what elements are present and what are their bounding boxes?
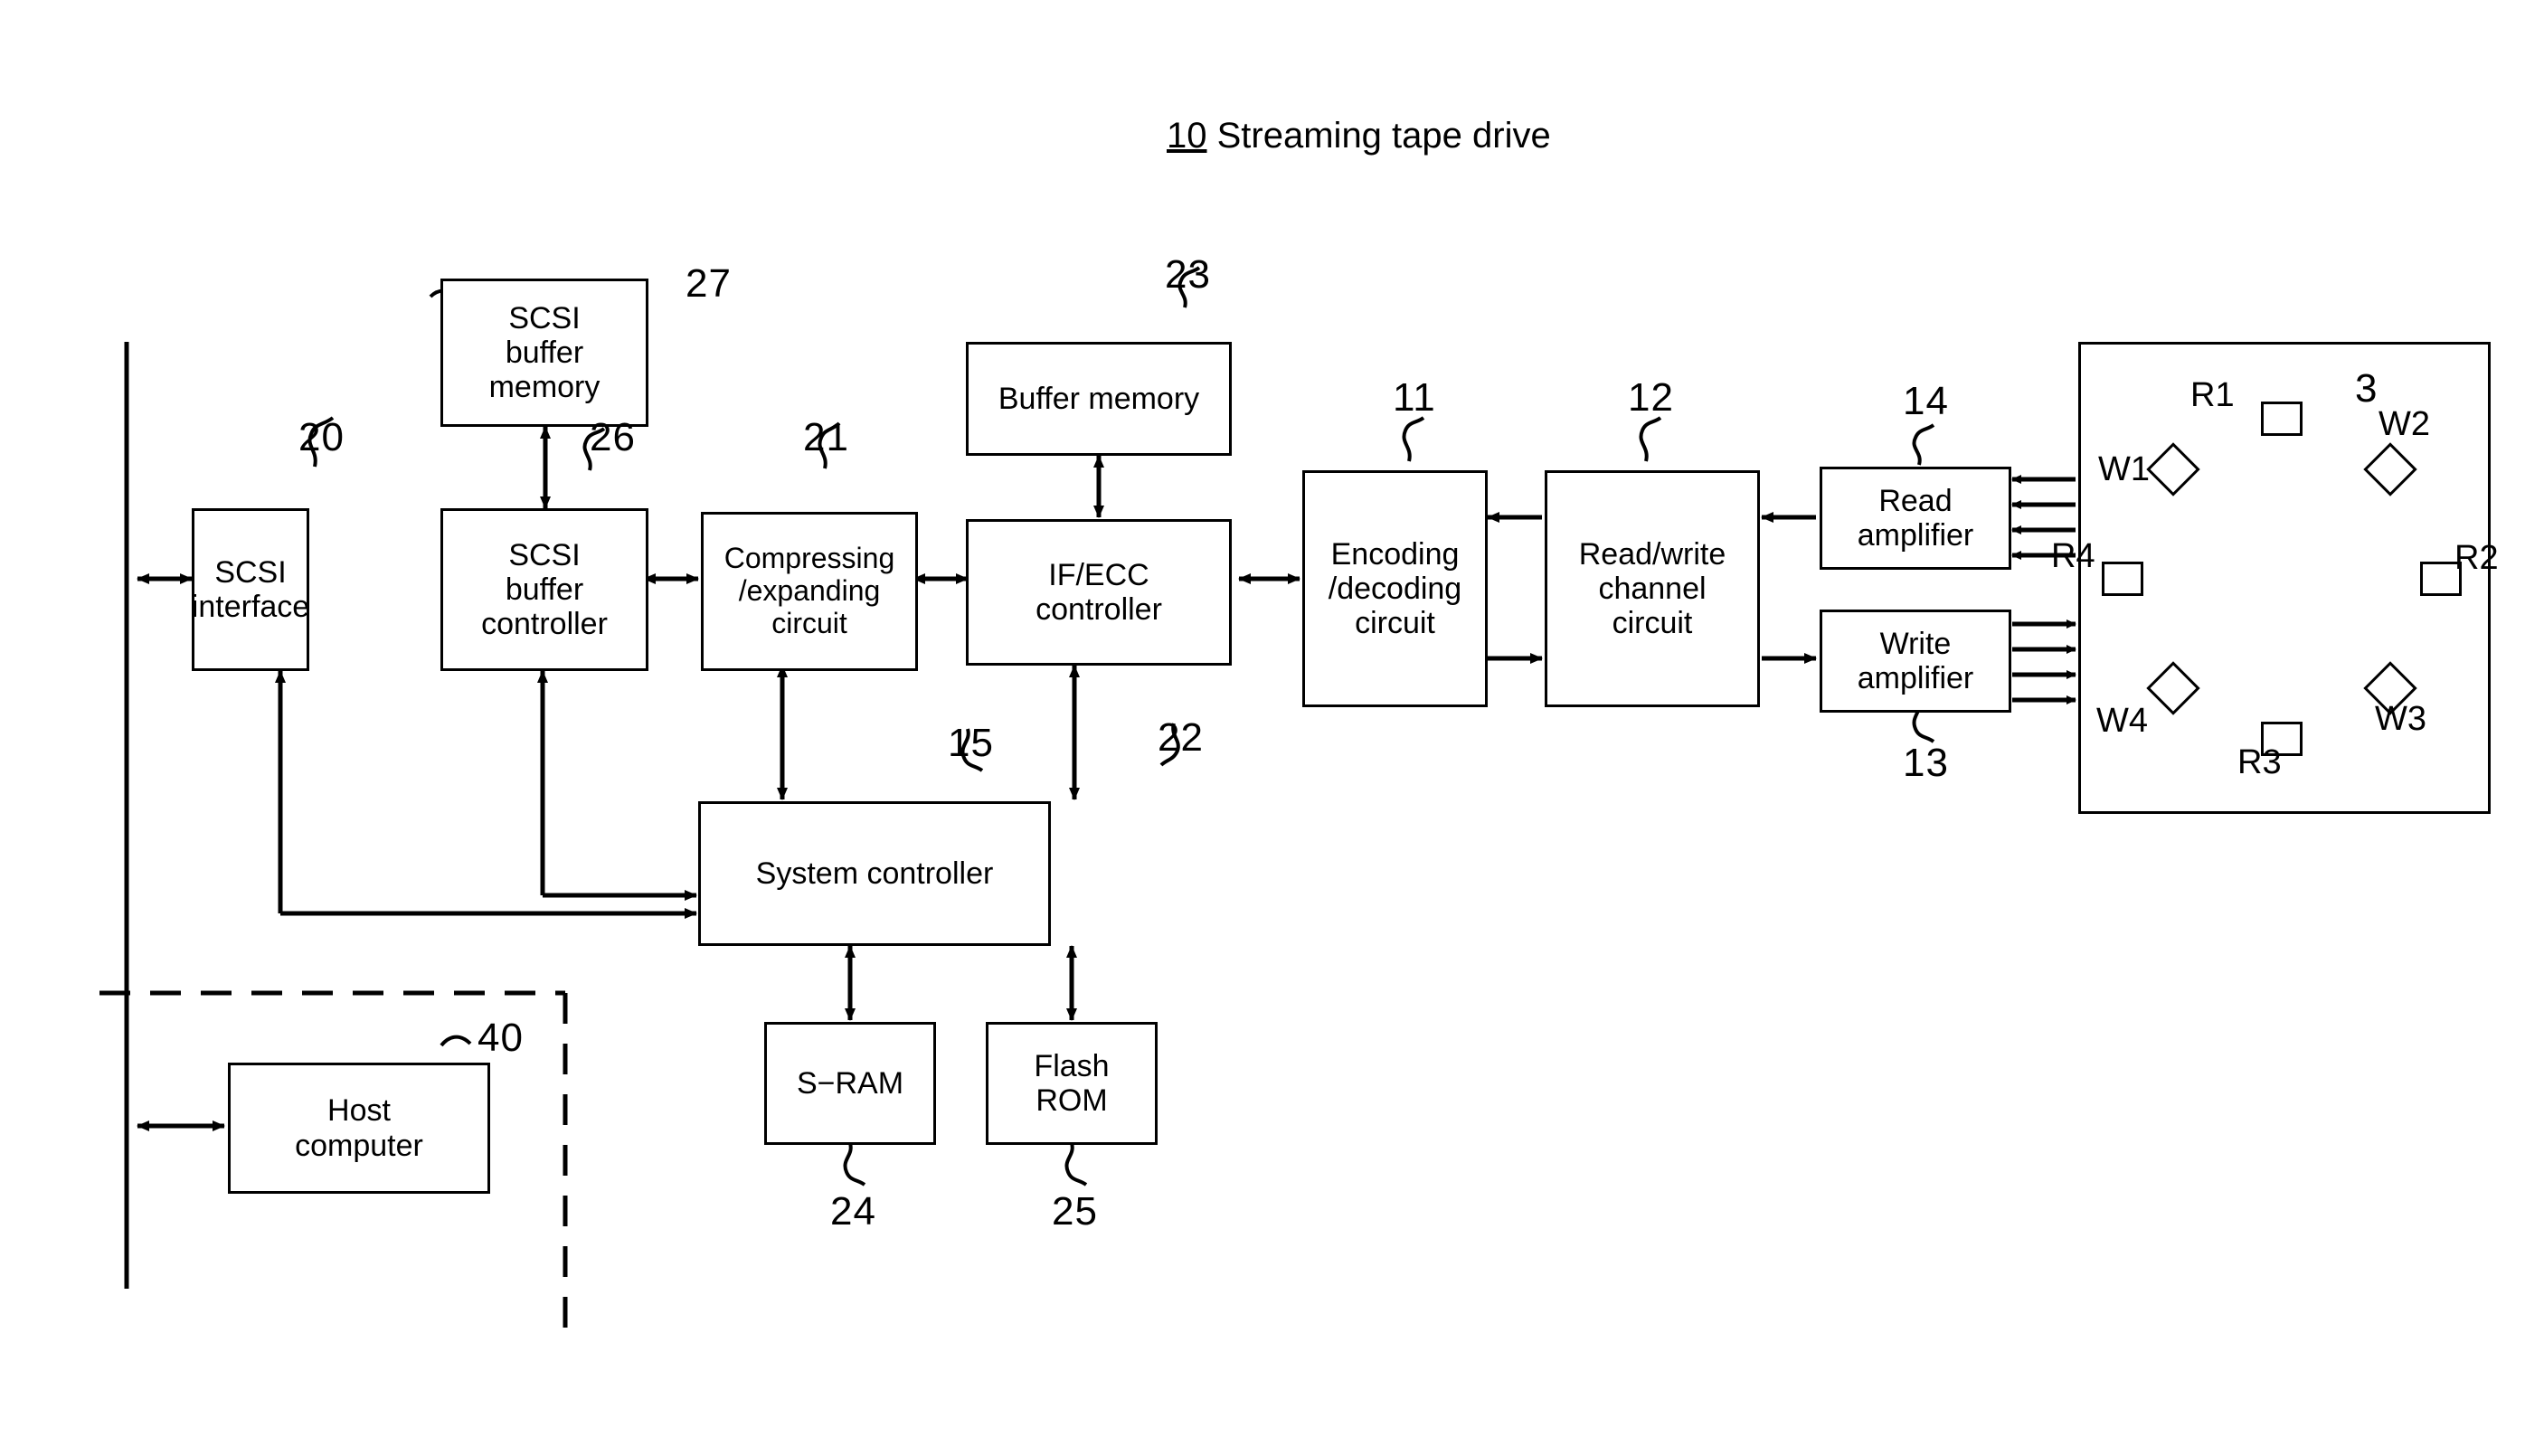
block-scsi-interface[interactable]: SCSI interface [192,508,309,671]
block-host-computer-label: Host computer [295,1093,423,1163]
leader-25 [1064,1142,1088,1187]
block-read-amplifier-label: Read amplifier [1857,483,1974,553]
ref-label-26: 26 [590,415,636,459]
ref-label-27: 27 [686,261,732,306]
head-label-R1: R1 [2190,376,2235,414]
drum-head-R4 [2102,562,2143,596]
leader-24 [843,1142,866,1187]
block-read-amplifier[interactable]: Read amplifier [1820,467,2011,570]
ref-label-11: 11 [1393,375,1436,420]
ref-label-20: 20 [298,415,345,459]
block-read-write-channel-circuit-label: Read/write channel circuit [1578,536,1726,641]
block-buffer-memory-label: Buffer memory [998,381,1200,416]
ref-label-3: 3 [2355,366,2378,411]
leader-11 [1402,416,1425,462]
head-label-W2: W2 [2378,405,2430,443]
ref-label-25: 25 [1052,1189,1098,1234]
head-label-W4: W4 [2096,702,2148,740]
head-label-W1: W1 [2098,450,2150,488]
ref-label-40: 40 [478,1016,524,1060]
block-system-controller[interactable]: System controller [698,801,1051,946]
block-compressing-expanding-circuit[interactable]: Compressing /expanding circuit [701,512,918,671]
block-buffer-memory[interactable]: Buffer memory [966,342,1232,456]
leader-40 [440,1035,472,1047]
head-label-W3: W3 [2375,700,2426,738]
ref-label-15: 15 [948,721,994,765]
ref-label-24: 24 [830,1189,876,1234]
block-host-computer[interactable]: Host computer [228,1063,490,1194]
head-label-R2: R2 [2454,539,2499,577]
block-sram[interactable]: S−RAM [764,1022,936,1145]
ref-label-23: 23 [1165,252,1211,297]
block-compressing-expanding-circuit-label: Compressing /expanding circuit [723,542,895,639]
block-sram-label: S−RAM [796,1065,904,1101]
block-scsi-buffer-memory[interactable]: SCSI buffer memory [440,279,648,427]
block-write-amplifier-label: Write amplifier [1857,626,1974,695]
block-scsi-interface-label: SCSI interface [191,554,310,624]
block-encoding-decoding-circuit-label: Encoding /decoding circuit [1328,536,1462,641]
block-write-amplifier[interactable]: Write amplifier [1820,610,2011,713]
block-system-controller-label: System controller [755,856,994,891]
block-ifecc-controller[interactable]: IF/ECC controller [966,519,1232,666]
ref-label-14: 14 [1903,379,1949,423]
leader-14 [1912,423,1935,466]
leader-12 [1639,416,1662,462]
block-encoding-decoding-circuit[interactable]: Encoding /decoding circuit [1302,470,1488,707]
block-ifecc-controller-label: IF/ECC controller [1036,557,1162,627]
block-read-write-channel-circuit[interactable]: Read/write channel circuit [1545,470,1760,707]
ref-label-22: 22 [1158,715,1204,760]
figure-canvas: 10 Streaming tape drive SCSI interface S… [0,0,2544,1456]
block-scsi-buffer-memory-label: SCSI buffer memory [488,300,601,405]
head-label-R3: R3 [2237,743,2282,781]
block-flash-rom[interactable]: Flash ROM [986,1022,1158,1145]
block-scsi-buffer-controller[interactable]: SCSI buffer controller [440,508,648,671]
ref-label-13: 13 [1903,741,1949,785]
ref-label-21: 21 [803,415,849,459]
drum-head-R1 [2261,402,2303,436]
block-flash-rom-label: Flash ROM [1034,1048,1110,1118]
block-scsi-buffer-controller-label: SCSI buffer controller [481,537,608,642]
head-label-R4: R4 [2051,537,2095,575]
ref-label-12: 12 [1628,375,1674,420]
